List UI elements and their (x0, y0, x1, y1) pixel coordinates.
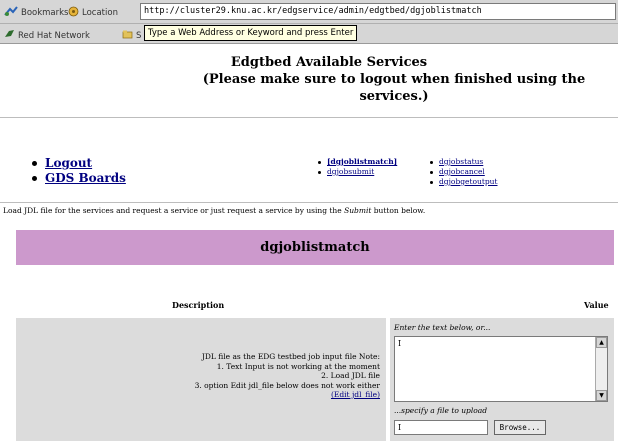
service-item: dgjobgetoutput (430, 177, 498, 187)
nav-item-logout: Logout (22, 156, 126, 171)
description-cell: JDL file as the EDG testbed job input fi… (16, 318, 386, 441)
red-hat-network-label: Red Hat Network (18, 30, 90, 41)
column-header-value: Value (584, 300, 609, 310)
page-title-line2: (Please make sure to logout when finishe… (202, 72, 586, 104)
bullet-icon (430, 170, 433, 174)
divider (0, 117, 618, 118)
upload-label: ...specify a file to upload (394, 406, 488, 415)
service-item: dgjobsubmit (318, 167, 397, 177)
browser-navigation-toolbar: Bookmarks Location http://cluster29.knu.… (0, 0, 618, 24)
column-header-description: Description (172, 300, 225, 310)
nav-item-gds-boards: GDS Boards (22, 171, 126, 186)
service-item: dgjobcancel (430, 167, 498, 177)
description-text: JDL file as the EDG testbed job input fi… (195, 352, 380, 400)
bookmarks-button[interactable]: Bookmarks (4, 6, 69, 20)
personal-link-2[interactable]: S (122, 29, 141, 42)
bullet-icon (430, 180, 433, 184)
red-hat-network-link[interactable]: Red Hat Network (4, 29, 90, 42)
service-link-dgjobcancel[interactable]: dgjobcancel (439, 167, 485, 177)
jdl-text-input[interactable]: I ▲ ▼ (394, 336, 608, 402)
scroll-down-icon[interactable]: ▼ (596, 390, 607, 401)
service-banner: dgjoblistmatch (16, 230, 614, 265)
divider (0, 202, 618, 203)
services-list-1: [dgjoblistmatch] dgjobsubmit (318, 157, 397, 177)
service-link-dgjobstatus[interactable]: dgjobstatus (439, 157, 483, 167)
scroll-up-icon[interactable]: ▲ (596, 337, 607, 348)
description-line: 1. Text Input is not working at the mome… (216, 361, 380, 371)
bullet-icon (430, 160, 433, 164)
instruction-text: Load JDL file for the services and reque… (3, 206, 425, 215)
value-cell: Enter the text below, or... I ▲ ▼ ...spe… (390, 318, 614, 441)
textarea-label: Enter the text below, or... (394, 323, 491, 332)
textarea-scrollbar[interactable]: ▲ ▼ (595, 337, 607, 401)
edit-jdl-file-link[interactable]: (Edit jdl_file) (331, 390, 380, 399)
file-upload-input[interactable]: I (394, 420, 488, 435)
url-tooltip: Type a Web Address or Keyword and press … (144, 25, 358, 41)
gds-boards-link[interactable]: GDS Boards (45, 171, 126, 186)
service-link-dgjobsubmit[interactable]: dgjobsubmit (327, 167, 374, 177)
url-field[interactable]: http://cluster29.knu.ac.kr/edgservice/ad… (140, 3, 616, 20)
service-link-dgjoblistmatch[interactable]: [dgjoblistmatch] (327, 157, 397, 167)
services-list-2: dgjobstatus dgjobcancel dgjobgetoutput (430, 157, 498, 187)
service-item: [dgjoblistmatch] (318, 157, 397, 167)
bookmarks-label: Bookmarks (21, 8, 69, 18)
location-label: Location (82, 8, 118, 18)
jdl-text-value: I (398, 339, 402, 348)
personal-link-2-label: S (136, 30, 142, 41)
location-icon (68, 6, 79, 20)
location-button[interactable]: Location (68, 6, 118, 20)
logout-link[interactable]: Logout (45, 156, 92, 171)
bookmarks-icon (4, 6, 18, 20)
page-title: Edgtbed Available Services (Please make … (0, 54, 618, 105)
bullet-icon (318, 170, 321, 174)
browse-button[interactable]: Browse... (494, 420, 546, 435)
red-hat-icon (4, 29, 15, 42)
description-line: JDL file as the EDG testbed job input fi… (201, 352, 380, 361)
folder-icon (122, 29, 133, 42)
instruction-prefix: Load JDL file for the services and reque… (3, 206, 345, 215)
description-line: 2. Load JDL file (321, 371, 380, 380)
service-link-dgjobgetoutput[interactable]: dgjobgetoutput (439, 177, 498, 187)
bullet-icon (318, 160, 321, 164)
instruction-suffix: button below. (371, 206, 426, 215)
service-banner-title: dgjoblistmatch (260, 240, 370, 255)
bullet-icon (32, 161, 37, 166)
bullet-icon (32, 176, 37, 181)
page-title-line1: Edgtbed Available Services (230, 55, 428, 70)
description-line: 3. option Edit jdl_file below does not w… (194, 380, 380, 390)
instruction-submit-word: Submit (344, 206, 372, 215)
nav-list: Logout GDS Boards (22, 156, 126, 186)
service-item: dgjobstatus (430, 157, 498, 167)
